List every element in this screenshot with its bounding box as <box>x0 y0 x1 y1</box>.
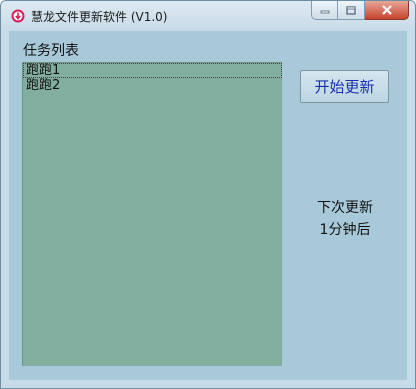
window-title: 慧龙文件更新软件 (V1.0) <box>31 10 168 24</box>
next-update-status: 下次更新 1分钟后 <box>299 197 391 241</box>
maximize-button[interactable] <box>338 1 365 20</box>
main-window: 慧龙文件更新软件 (V1.0) 任务列表 跑跑1 跑跑2 开始更新 下次更新 1… <box>0 0 416 389</box>
list-item[interactable]: 跑跑2 <box>23 78 282 93</box>
maximize-icon <box>346 5 356 15</box>
download-arrow-icon <box>11 9 25 23</box>
task-list-label: 任务列表 <box>23 43 79 59</box>
task-list[interactable]: 跑跑1 跑跑2 <box>22 62 282 366</box>
form-body: 任务列表 跑跑1 跑跑2 开始更新 下次更新 1分钟后 <box>9 31 407 380</box>
caption-buttons <box>311 1 409 21</box>
title-bar[interactable]: 慧龙文件更新软件 (V1.0) <box>1 1 415 31</box>
start-update-button[interactable]: 开始更新 <box>300 70 389 103</box>
minimize-icon <box>320 10 329 14</box>
list-item[interactable]: 跑跑1 <box>23 63 282 78</box>
close-button[interactable] <box>365 1 409 20</box>
minimize-button[interactable] <box>311 1 338 20</box>
next-update-label: 下次更新 <box>317 200 373 216</box>
close-icon <box>381 5 392 15</box>
next-update-time: 1分钟后 <box>319 222 371 238</box>
